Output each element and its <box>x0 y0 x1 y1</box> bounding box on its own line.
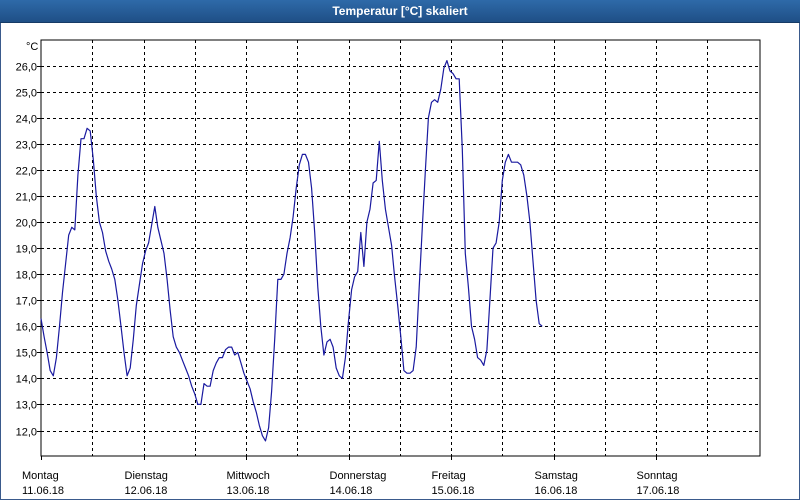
x-tick-day: Dienstag <box>125 470 168 482</box>
x-tick-date: 17.06.18 <box>637 485 680 497</box>
y-tick-label: 20,0 <box>16 218 37 230</box>
y-axis-unit: °C <box>26 41 38 53</box>
y-tick-label: 26,0 <box>16 62 37 74</box>
y-tick-label: 19,0 <box>16 244 37 256</box>
y-tick-label: 25,0 <box>16 88 37 100</box>
x-tick-date: 11.06.18 <box>22 485 64 497</box>
x-tick-day: Mittwoch <box>227 470 270 482</box>
temperature-chart: 12,0 13,0 14,0 15,0 16,0 17,0 18,0 19,0 20,0 21,0… <box>16 39 761 497</box>
x-tick-date: 12.06.18 <box>125 485 168 497</box>
y-tick-label: 23,0 <box>16 140 37 152</box>
y-tick-label: 17,0 <box>16 296 37 308</box>
y-axis-ticks: 12,0 13,0 14,0 15,0 16,0 17,0 18,0 19,0 20,0 21,0… <box>16 62 37 439</box>
y-tick-label: 14,0 <box>16 374 37 386</box>
x-tick-day: Freitag <box>432 470 466 482</box>
y-tick-label: 16,0 <box>16 322 37 334</box>
x-tick-day: Donnerstag <box>330 470 387 482</box>
x-tick-date: 15.06.18 <box>432 485 475 497</box>
series-line-0 <box>40 59 543 442</box>
x-tick-date: 16.06.18 <box>535 485 578 497</box>
y-tick-label: 15,0 <box>16 348 37 360</box>
x-tick-day: Samstag <box>535 470 578 482</box>
y-tick-label: 13,0 <box>16 400 37 412</box>
x-tick-day: Sonntag <box>637 470 678 482</box>
x-tick-date: 14.06.18 <box>330 485 373 497</box>
y-tick-label: 22,0 <box>16 166 37 178</box>
x-tick-day: Montag <box>22 470 59 482</box>
series-group <box>40 59 543 442</box>
x-axis-ticks: Montag 11.06.18 Dienstag 12.06.18 Mittwoch 13… <box>22 470 679 497</box>
y-tick-label: 18,0 <box>16 270 37 282</box>
y-tick-label: 12,0 <box>16 427 37 439</box>
y-tick-label: 21,0 <box>16 192 37 204</box>
y-tick-label: 24,0 <box>16 114 37 126</box>
x-tick-date: 13.06.18 <box>227 485 270 497</box>
